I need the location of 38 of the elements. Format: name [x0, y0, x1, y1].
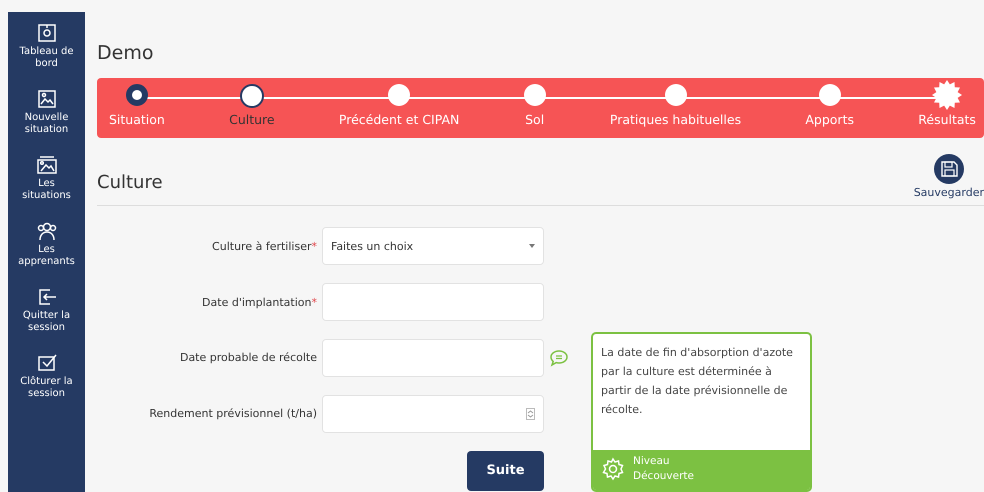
- step-marker[interactable]: [524, 84, 546, 106]
- sidebar-item[interactable]: Clôturer la session: [14, 352, 78, 400]
- field-label: Rendement prévisionnel (t/ha): [148, 407, 317, 420]
- people-icon: [36, 220, 58, 242]
- input-field[interactable]: [322, 338, 544, 377]
- input-field[interactable]: [322, 283, 544, 322]
- step-marker[interactable]: [664, 84, 686, 106]
- sidebar-item[interactable]: Les apprenants: [14, 220, 78, 268]
- checkbox-icon: [36, 352, 58, 374]
- tip-text: La date de fin d'absorption d'azote par la culture est déterminée à partir de la date prévisionnelle de récolte.: [600, 345, 794, 418]
- sidebar-item[interactable]: Quitter la session: [14, 286, 78, 334]
- gallery-icon: [36, 154, 58, 176]
- sidebar-item[interactable]: Les situations: [14, 154, 78, 202]
- field-label: Date d'implantation*: [201, 296, 317, 309]
- image-icon: [36, 88, 58, 110]
- comment-icon[interactable]: [549, 348, 569, 367]
- caret-icon: [529, 244, 535, 248]
- step-marker[interactable]: [240, 84, 264, 108]
- page-title: Demo: [97, 42, 154, 64]
- step-label[interactable]: Culture: [229, 112, 275, 127]
- step-marker[interactable]: [818, 84, 841, 106]
- star-badge-icon[interactable]: [932, 80, 962, 110]
- step-marker[interactable]: [126, 84, 148, 106]
- field-label: Culture à fertiliser*: [211, 240, 317, 253]
- sidebar-item[interactable]: Nouvelle situation: [14, 88, 78, 136]
- dashboard-icon: [36, 22, 58, 44]
- field-label: Date probable de récolte: [178, 351, 317, 364]
- save-button[interactable]: Sauvegarder: [914, 154, 984, 199]
- level-label: Niveau Découverte: [633, 454, 694, 484]
- step-marker[interactable]: [388, 84, 410, 106]
- floppy-disk-icon: [934, 154, 964, 184]
- crop-select[interactable]: Faites un choix: [322, 227, 544, 266]
- input-field[interactable]: [322, 394, 544, 433]
- next-button[interactable]: Suite: [467, 450, 544, 491]
- section-title: Culture: [97, 172, 163, 195]
- gear-icon: [601, 457, 625, 481]
- spinner-icon[interactable]: [526, 408, 535, 420]
- sidebar-item[interactable]: Tableau de bord: [14, 22, 78, 70]
